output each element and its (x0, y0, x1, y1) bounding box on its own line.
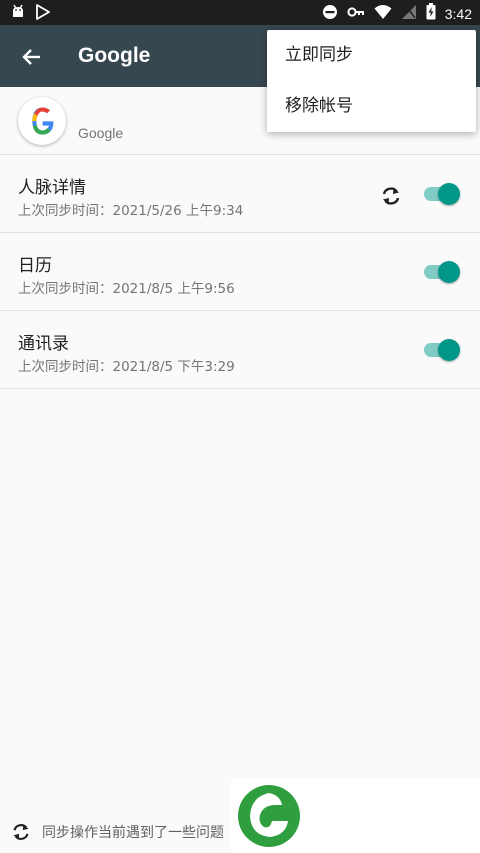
sync-toggle[interactable] (422, 337, 462, 363)
divider (0, 388, 480, 389)
sync-problem-icon (9, 820, 33, 844)
page-title: Google (78, 44, 151, 67)
toggle-thumb (438, 183, 460, 205)
sync-item-last-sync: 上次同步时间：2021/8/5 下午3:29 (18, 359, 235, 375)
status-time: 3:42 (444, 5, 472, 22)
sync-item-last-sync: 上次同步时间：2021/5/26 上午9:34 (18, 203, 244, 219)
sync-toggle[interactable] (422, 259, 462, 285)
sync-item-title: 通讯录 (18, 334, 69, 354)
overflow-menu: 立即同步 移除帐号 (267, 30, 476, 132)
wifi-icon (374, 4, 392, 24)
sync-item-title: 人脉详情 (18, 178, 86, 198)
play-store-icon (36, 4, 50, 24)
sync-item-contacts-details[interactable]: 人脉详情 上次同步时间：2021/5/26 上午9:34 (0, 155, 480, 232)
battery-icon (426, 3, 436, 24)
watermark-overlay (231, 778, 480, 853)
status-bar: 3:42 (0, 0, 480, 25)
do-not-disturb-icon (322, 4, 338, 24)
account-name: Google (78, 125, 124, 141)
sync-item-last-sync: 上次同步时间：2021/8/5 上午9:56 (18, 281, 235, 297)
sync-item-calendar[interactable]: 日历 上次同步时间：2021/8/5 上午9:56 (0, 233, 480, 310)
menu-item-sync-now[interactable]: 立即同步 (267, 30, 476, 81)
sync-item-title: 日历 (18, 256, 52, 276)
menu-item-remove-account[interactable]: 移除帐号 (267, 81, 476, 132)
toggle-thumb (438, 339, 460, 361)
sync-toggle[interactable] (422, 181, 462, 207)
arrow-back-icon (18, 49, 46, 75)
toggle-thumb (438, 261, 460, 283)
leaf-logo-icon (236, 783, 302, 849)
google-g-icon (18, 107, 66, 149)
no-signal-icon (401, 4, 417, 24)
vpn-key-icon (347, 4, 365, 24)
sync-icon (378, 183, 404, 209)
google-logo-avatar (18, 97, 66, 145)
android-icon (10, 4, 26, 24)
back-button[interactable] (18, 43, 46, 71)
sync-item-contacts[interactable]: 通讯录 上次同步时间：2021/8/5 下午3:29 (0, 311, 480, 388)
sync-error-text: 同步操作当前遇到了一些问题 (42, 825, 224, 841)
